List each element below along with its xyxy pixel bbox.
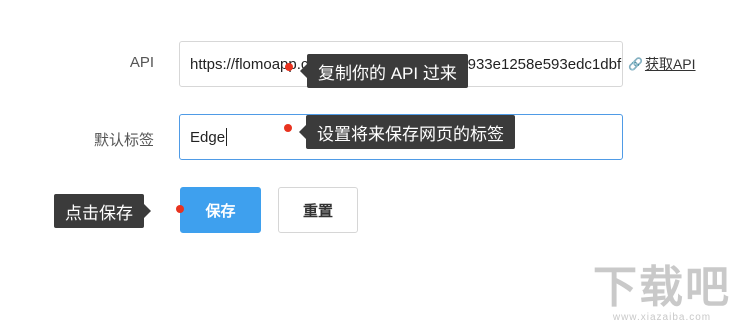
get-api-link[interactable]: 🔗 获取API (628, 54, 696, 74)
default-tag-label: 默认标签 (93, 132, 154, 149)
watermark: 下载吧 www.xiazaiba.com (593, 263, 731, 324)
marker-dot-tag (284, 124, 292, 132)
tooltip-click-save-text: 点击保存 (65, 203, 133, 223)
tooltip-set-tag: 设置将来保存网页的标签 (299, 115, 515, 149)
link-icon: 🔗 (628, 57, 643, 71)
tooltip-click-save: 点击保存 (54, 194, 151, 228)
marker-dot-api (285, 63, 293, 71)
text-caret (226, 128, 228, 146)
reset-button[interactable]: 重置 (278, 187, 358, 233)
tooltip-copy-api-text: 复制你的 API 过来 (318, 63, 457, 83)
save-button-label: 保存 (205, 202, 236, 220)
watermark-logo: 下载吧 (593, 263, 731, 312)
tooltip-set-tag-text: 设置将来保存网页的标签 (317, 124, 504, 144)
save-button[interactable]: 保存 (180, 187, 261, 233)
watermark-url: www.xiazaiba.com (612, 312, 712, 323)
reset-button-label: 重置 (302, 202, 333, 220)
api-label: API (129, 54, 154, 71)
tooltip-copy-api: 复制你的 API 过来 (300, 54, 468, 88)
tooltip-arrow (144, 204, 151, 218)
get-api-link-text: 获取API (644, 56, 696, 72)
tooltip-arrow (299, 125, 306, 139)
marker-dot-save (176, 205, 184, 213)
default-tag-input-value: Edge (190, 128, 226, 146)
tooltip-arrow (300, 64, 307, 78)
